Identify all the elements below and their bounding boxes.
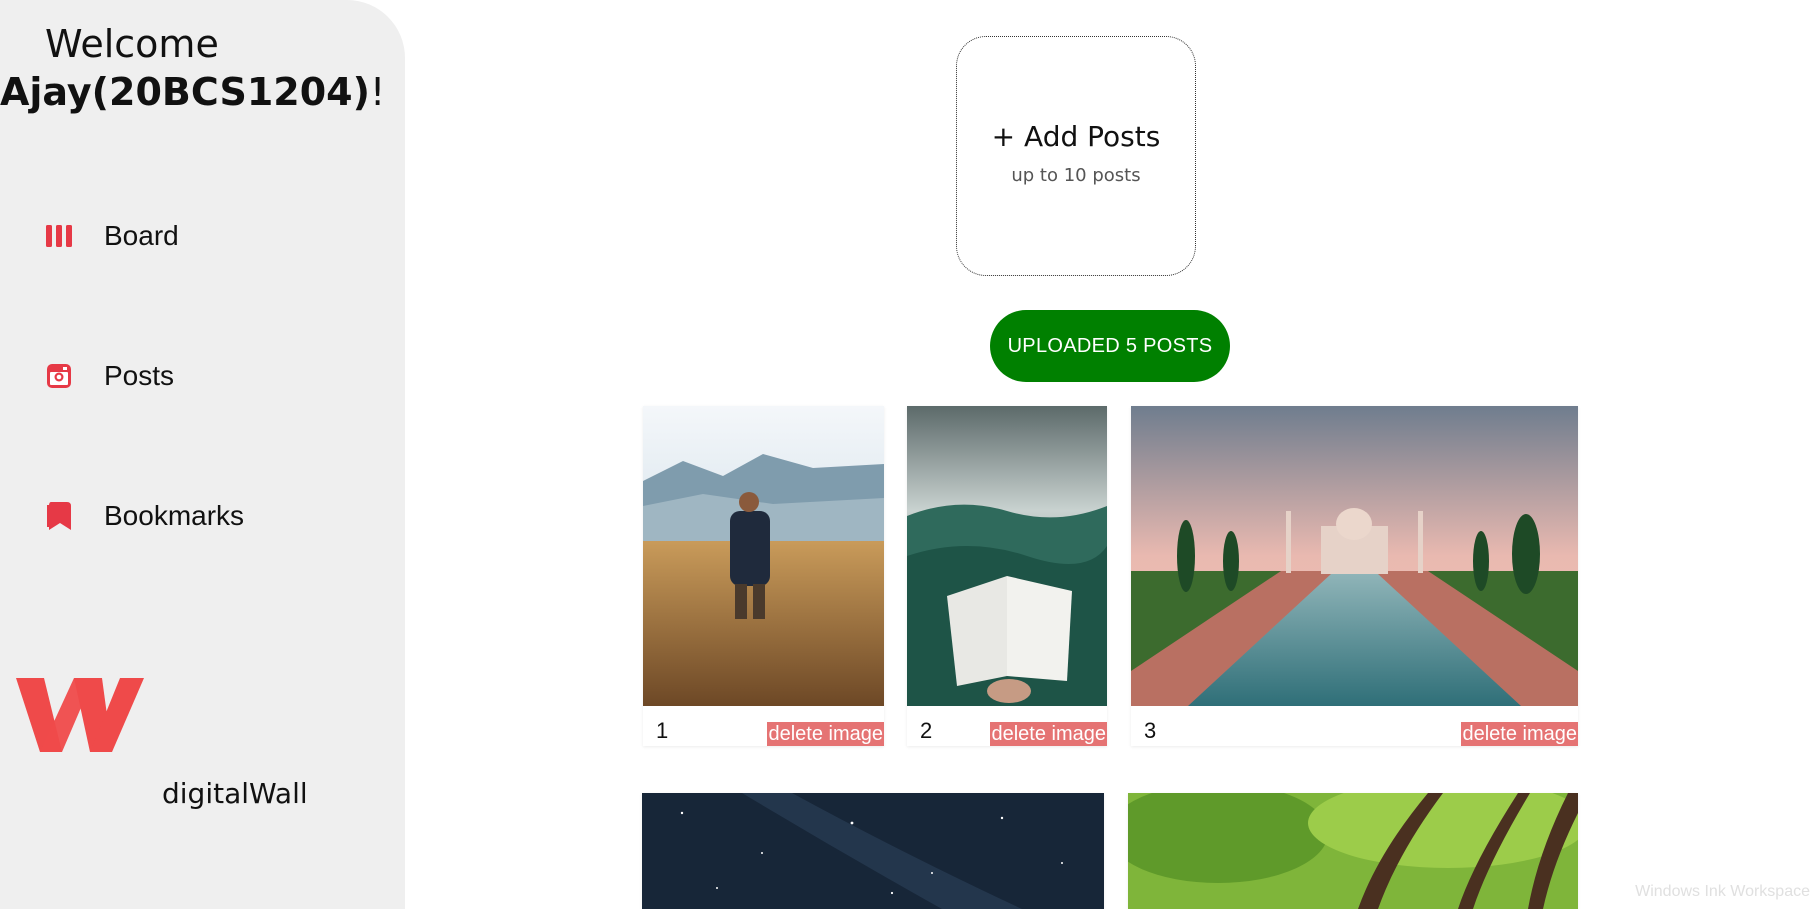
bookmark-icon bbox=[45, 501, 73, 531]
post-card bbox=[642, 793, 1104, 909]
post-image-man-in-field bbox=[643, 406, 884, 706]
user-greeting: Ajay(20BCS1204)! bbox=[0, 70, 385, 114]
delete-image-button[interactable]: delete image bbox=[767, 722, 884, 746]
post-card: 3 delete image bbox=[1131, 406, 1578, 746]
post-number: 3 bbox=[1144, 718, 1157, 743]
add-posts-button[interactable]: + Add Posts up to 10 posts bbox=[956, 36, 1196, 276]
instagram-icon bbox=[45, 361, 73, 391]
post-image-green-trees bbox=[1128, 793, 1578, 909]
post-card: 1 delete image bbox=[643, 406, 884, 746]
add-posts-title: + Add Posts bbox=[991, 120, 1161, 153]
sidebar-item-label: Board bbox=[104, 220, 179, 251]
post-card bbox=[1128, 793, 1578, 909]
exclamation: ! bbox=[369, 70, 386, 114]
post-image-book bbox=[907, 406, 1107, 706]
post-image-starry-sky bbox=[642, 793, 1104, 909]
post-number: 2 bbox=[920, 718, 933, 743]
sidebar-item-label: Bookmarks bbox=[104, 500, 245, 531]
delete-image-button[interactable]: delete image bbox=[990, 722, 1107, 746]
delete-image-button[interactable]: delete image bbox=[1461, 722, 1578, 746]
welcome-text: Welcome bbox=[45, 22, 219, 66]
w-logo-icon bbox=[16, 676, 144, 752]
add-posts-subtitle: up to 10 posts bbox=[1011, 165, 1141, 186]
board-columns-icon bbox=[45, 221, 73, 251]
post-number: 1 bbox=[656, 718, 669, 743]
watermark-text: Windows Ink Workspace bbox=[1635, 883, 1810, 900]
post-card: 2 delete image bbox=[907, 406, 1107, 746]
sidebar-item-board[interactable]: Board bbox=[45, 220, 179, 252]
sidebar-item-posts[interactable]: Posts bbox=[45, 360, 174, 392]
sidebar-item-label: Posts bbox=[104, 360, 175, 391]
brand-name: digitalWall bbox=[162, 777, 308, 810]
post-image-taj-mahal bbox=[1131, 406, 1578, 706]
username: Ajay(20BCS1204) bbox=[0, 70, 370, 114]
sidebar: Welcome Ajay(20BCS1204)! Board Posts Boo… bbox=[0, 0, 405, 909]
uploaded-posts-button[interactable]: UPLOADED 5 POSTS bbox=[990, 310, 1230, 382]
sidebar-item-bookmarks[interactable]: Bookmarks bbox=[45, 500, 244, 532]
